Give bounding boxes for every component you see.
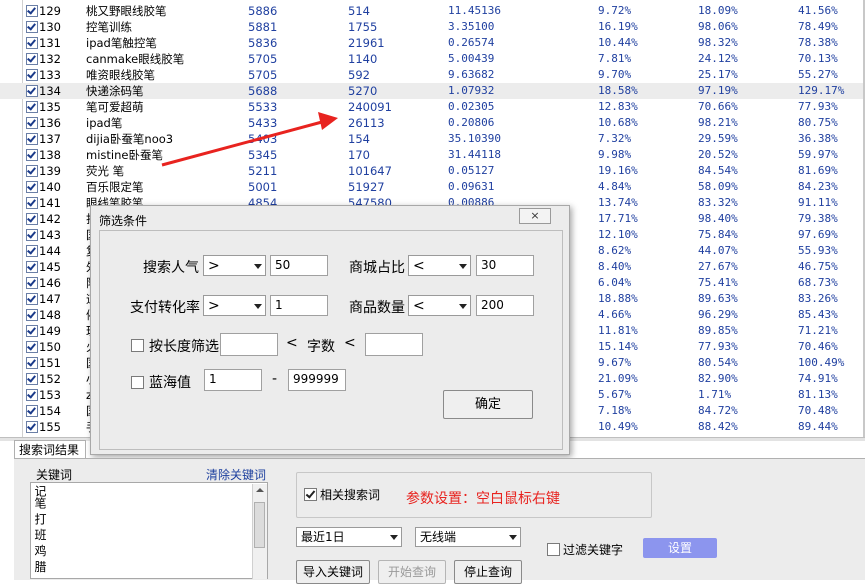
filter-dialog: 筛选条件 × 搜索人气 > 50 商城占比 < 30 支付转化率 > 1 商品数… [90, 205, 570, 455]
mall-ratio-label: 商城占比 [349, 260, 405, 276]
close-button[interactable]: × [519, 208, 551, 224]
dialog-body: 搜索人气 > 50 商城占比 < 30 支付转化率 > 1 商品数量 < 200… [99, 230, 563, 450]
arrow-1-line [161, 120, 323, 167]
chevron-down-icon [459, 304, 467, 309]
start-query-button[interactable]: 开始查询 [378, 560, 446, 584]
mall-ratio-op-select[interactable]: < [408, 255, 471, 276]
chevron-down-icon [254, 304, 262, 309]
chevron-down-icon [390, 535, 398, 540]
chevron-down-icon [509, 535, 517, 540]
less-than-1: < [286, 335, 298, 351]
char-count-label: 字数 [307, 339, 335, 355]
dialog-title: 筛选条件 [99, 214, 148, 228]
period-select[interactable]: 最近1日 [296, 527, 402, 547]
length-filter-label: 按长度筛选 [149, 339, 219, 355]
arrow-1-head [318, 112, 338, 130]
param-hint: 参数设置：空白鼠标右键 [406, 491, 560, 507]
related-search-checkbox[interactable] [304, 488, 317, 501]
blue-ocean-min-input[interactable]: 1 [204, 369, 262, 391]
product-count-label: 商品数量 [349, 300, 405, 316]
chevron-down-icon [459, 264, 467, 269]
search-pop-label: 搜索人气 [143, 260, 199, 276]
length-filter-checkbox[interactable] [131, 339, 144, 352]
blue-ocean-checkbox[interactable] [131, 376, 144, 389]
search-pop-input[interactable]: 50 [270, 255, 328, 276]
device-select[interactable]: 无线端 [415, 527, 521, 547]
length-min-input[interactable] [220, 333, 278, 356]
blue-ocean-max-input[interactable]: 999999 [288, 369, 346, 391]
check-icon [305, 488, 316, 499]
range-dash: - [272, 371, 278, 387]
related-search-label: 相关搜索词 [320, 488, 381, 502]
conversion-op-select[interactable]: > [203, 295, 266, 316]
length-max-input[interactable] [365, 333, 423, 356]
scroll-up-icon[interactable] [256, 488, 264, 492]
clear-keywords-link[interactable]: 清除关键词 [206, 466, 266, 483]
stop-query-button[interactable]: 停止查询 [454, 560, 522, 584]
keyword-textarea[interactable] [30, 482, 268, 579]
chevron-down-icon [254, 264, 262, 269]
less-than-2: < [344, 335, 356, 351]
filter-keyword-checkbox[interactable] [547, 543, 560, 556]
scroll-thumb[interactable] [254, 502, 265, 548]
product-count-input[interactable]: 200 [476, 295, 534, 316]
blue-ocean-label: 蓝海值 [149, 375, 191, 391]
conversion-input[interactable]: 1 [270, 295, 328, 316]
keyword-header: 关键词 [36, 468, 73, 482]
search-pop-op-select[interactable]: > [203, 255, 266, 276]
confirm-button[interactable]: 确定 [443, 390, 533, 419]
keyword-scrollbar[interactable] [252, 484, 267, 579]
conversion-label: 支付转化率 [130, 300, 200, 316]
keyword-text: 记笔 打 班 鸡 腊 [33, 485, 47, 573]
product-count-op-select[interactable]: < [408, 295, 471, 316]
import-keywords-button[interactable]: 导入关键词 [296, 560, 370, 584]
mall-ratio-input[interactable]: 30 [476, 255, 534, 276]
filter-keyword-label: 过滤关键字 [563, 543, 624, 557]
tab-search-results[interactable]: 搜索词结果 [14, 440, 86, 458]
settings-button[interactable]: 设置 [643, 538, 717, 558]
